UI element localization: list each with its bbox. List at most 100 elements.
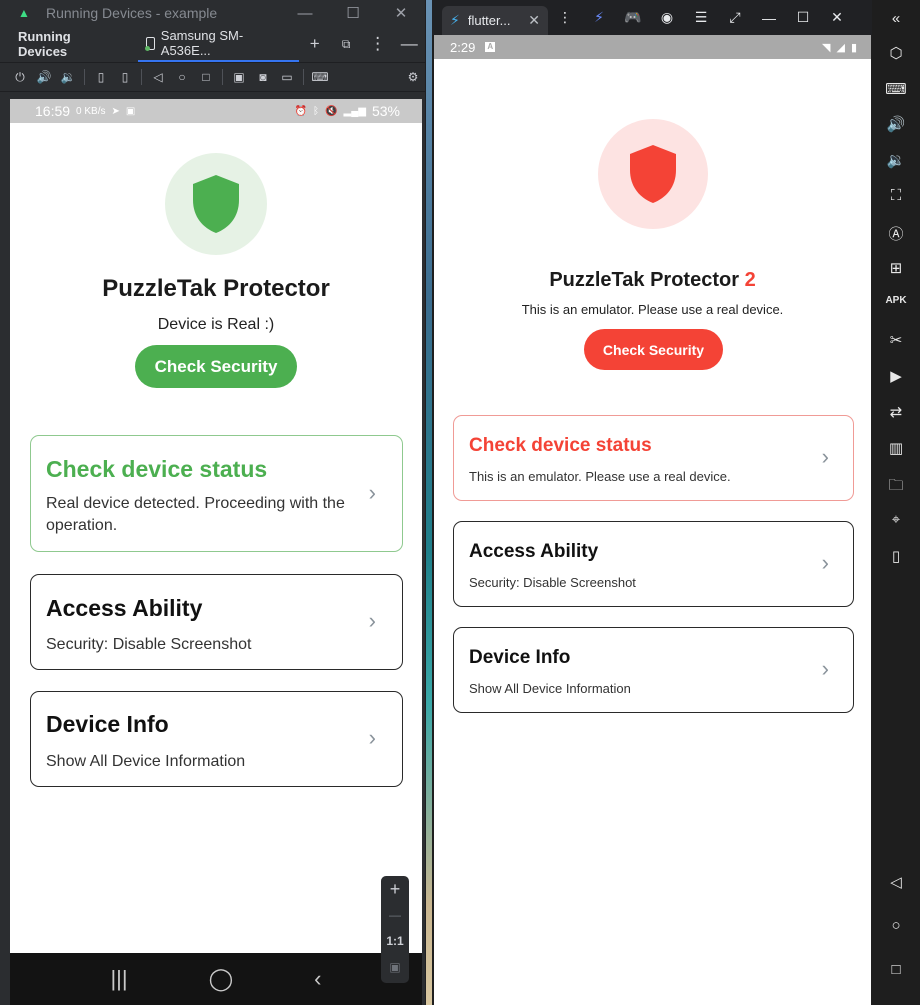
emulator-titlebar: ⚡ flutter... ✕ ⋮ ⚡ 🎮 ◉ ☰ ⤢ — ☐ ✕ [432,0,872,35]
account-icon[interactable]: ◉ [650,9,684,26]
fit-screen-icon[interactable]: ▣ [381,954,409,980]
back-nav-icon[interactable]: ‹ [314,966,321,992]
detach-icon[interactable]: ⧉ [330,37,362,52]
keyboard-icon[interactable]: ⌨ [308,66,332,88]
notification-badge: A [485,42,496,52]
card-title: Device Info [46,711,169,737]
rotate-icon[interactable]: ▯ [872,547,920,565]
shake-icon[interactable]: ▥ [872,439,920,457]
back-icon[interactable]: ◁ [146,66,170,88]
tab-close-icon[interactable]: ✕ [528,12,540,29]
chevron-right-icon: › [821,656,829,681]
signal-icon: ▂▄▆ [343,105,366,117]
status-time: 16:59 [35,103,71,119]
status-message: Device is Real :) [157,316,275,333]
telegram-icon: ➤ [111,105,120,117]
overview-icon[interactable]: □ [194,66,218,88]
screenshot-icon[interactable]: ◙ [251,66,275,88]
media-icon[interactable]: ▶ [872,367,920,385]
flutter-tab[interactable]: ⚡ flutter... ✕ [442,6,548,35]
status-message: This is an emulator. Please use a real d… [521,302,784,317]
app-restrict-icon[interactable]: ▣ [227,66,251,88]
folder-icon[interactable]: 🗀 [872,475,920,500]
more-vert-icon[interactable]: ⋮ [548,9,582,26]
minimize-icon[interactable]: — [281,5,329,22]
power-icon[interactable]: ⏻ [8,66,32,88]
zoom-out-button[interactable]: — [381,902,409,928]
screenshot-icon[interactable]: ⛶ [872,187,920,204]
volume-up-icon[interactable]: 🔊 [872,115,920,133]
maximize-icon[interactable]: ☐ [786,9,820,26]
recents-nav-icon[interactable]: □ [872,961,920,978]
volume-up-icon[interactable]: 🔊 [32,66,56,88]
tool-window-tabbar: Running Devices Samsung SM-A536E... + ⧉ … [0,26,425,62]
shield-icon [630,145,676,203]
close-icon[interactable]: ✕ [820,9,854,26]
card-description: Real device detected. Proceeding with th… [46,495,345,535]
emulator-window: ⚡ flutter... ✕ ⋮ ⚡ 🎮 ◉ ☰ ⤢ — ☐ ✕ 2:29 A … [432,0,872,1005]
multi-instance-icon[interactable]: ⊞ [872,259,920,277]
chevron-right-icon: › [368,480,376,505]
flutter-icon: ⚡ [450,12,460,28]
app-title: PuzzleTak Protector [102,275,330,302]
zoom-actual-size-button[interactable]: 1:1 [381,928,409,954]
battery-level: 53% [371,103,400,119]
gallery-icon: ▣ [125,105,136,117]
recents-icon[interactable]: ||| [110,966,127,992]
card-check-device-status[interactable]: Check device status This is an emulator.… [453,415,854,501]
device-toolbar: ⏻ 🔊 🔉 ▯ ▯ ◁ ○ □ ▣ ◙ ▭ ⌨ ⚙ [0,62,425,92]
card-access-ability[interactable]: Access Ability Security: Disable Screens… [453,521,854,607]
sync-icon[interactable]: ⇄ [872,403,920,421]
rotate-right-icon[interactable]: ▯ [113,66,137,88]
zoom-in-button[interactable]: + [381,876,409,902]
window-titlebar: ▲ Running Devices - example — ☐ ✕ [0,0,425,26]
device-tab[interactable]: Samsung SM-A536E... [137,26,299,62]
maximize-icon[interactable]: ☐ [329,4,377,22]
minimize-icon[interactable]: — [752,10,786,26]
card-title: Check device status [469,435,652,456]
rotate-left-icon[interactable]: ▯ [89,66,113,88]
card-description: Show All Device Information [469,681,631,696]
lightning-icon[interactable]: ⚡ [582,9,616,26]
chevron-right-icon: › [821,444,829,469]
auto-rotate-icon[interactable]: Ⓐ [872,223,920,244]
settings-hex-icon[interactable]: ⬡ [872,44,920,62]
card-device-info[interactable]: Device Info Show All Device Information … [30,691,403,787]
back-nav-icon[interactable]: ◁ [872,873,920,891]
cut-icon[interactable]: ✂ [872,331,920,349]
home-icon[interactable]: ○ [170,66,194,88]
menu-icon[interactable]: ☰ [684,9,718,26]
card-access-ability[interactable]: Access Ability Security: Disable Screens… [30,574,403,670]
volume-down-icon[interactable]: 🔉 [872,151,920,169]
gamepad-icon[interactable]: 🎮 [616,9,650,26]
check-security-button[interactable]: Check Security [584,329,723,370]
apk-install-icon[interactable]: APK [872,295,920,306]
card-title: Check device status [46,456,268,482]
card-title: Access Ability [469,541,599,562]
home-nav-icon[interactable]: ○ [872,917,920,934]
location-icon[interactable]: ⌖ [872,511,920,528]
card-description: Security: Disable Screenshot [469,575,636,590]
signal-icon: ◢ [836,41,845,54]
home-button-icon[interactable]: ◯ [209,966,234,992]
hide-panel-icon[interactable]: — [393,34,425,54]
screen-record-icon[interactable]: ▭ [275,66,299,88]
check-security-button[interactable]: Check Security [135,345,297,388]
more-options-icon[interactable]: ⋮ [362,34,394,54]
close-icon[interactable]: ✕ [377,4,425,22]
keyboard-icon[interactable]: ⌨ [872,80,920,98]
collapse-icon[interactable]: « [872,10,920,27]
right-phone-screen: 2:29 A ◥ ◢ ▮ PuzzleTak Protector 2 This … [434,35,871,1005]
wifi-icon: ◥ [822,41,831,54]
card-title: Device Info [469,647,571,668]
status-speed: 0 KB/s [76,105,106,117]
card-title: Access Ability [46,595,203,621]
android-icon: ▲ [18,6,30,20]
volume-down-icon[interactable]: 🔉 [56,66,80,88]
app-title-suffix: 2 [744,269,756,291]
expand-icon[interactable]: ⤢ [718,9,752,26]
card-device-info[interactable]: Device Info Show All Device Information … [453,627,854,713]
card-check-device-status[interactable]: Check device status Real device detected… [30,435,403,552]
add-device-icon[interactable]: + [299,34,331,54]
device-settings-icon[interactable]: ⚙ [401,66,425,88]
